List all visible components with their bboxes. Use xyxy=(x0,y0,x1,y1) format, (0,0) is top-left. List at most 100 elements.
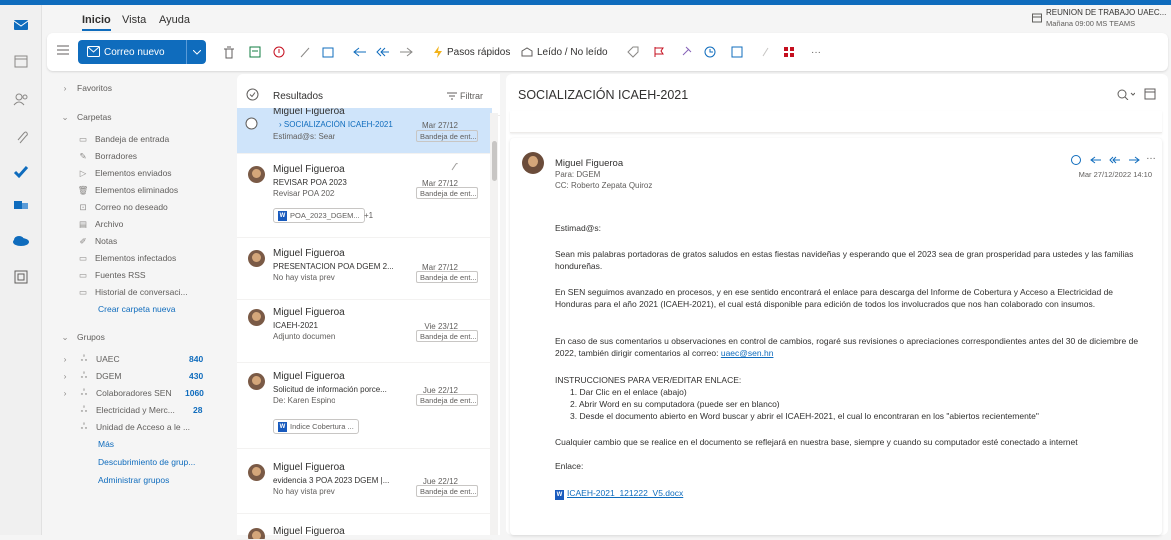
folder-junk[interactable]: ⊡ Correo no deseado xyxy=(76,199,167,215)
list-item[interactable]: Miguel Figueroa PRESENTACION POA DGEM 2.… xyxy=(237,242,492,300)
select-circle-icon[interactable] xyxy=(245,117,258,130)
sender: Miguel Figueroa xyxy=(273,526,345,537)
reminder-title[interactable]: REUNION DE TRABAJO UAEC... xyxy=(1046,8,1171,17)
policy-icon[interactable] xyxy=(731,43,743,61)
groups-header[interactable]: ⌄ Grupos xyxy=(58,329,104,345)
discover-groups-link[interactable]: Descubrimiento de grup... xyxy=(98,454,195,470)
folder-sent[interactable]: ▷ Elementos enviados xyxy=(76,165,172,181)
manage-groups-link[interactable]: Administrar grupos xyxy=(98,472,169,488)
archive-icon[interactable] xyxy=(249,43,261,61)
group-item-dgem[interactable]: › ஃ DGEM xyxy=(58,368,122,384)
group-item-unidad[interactable]: ஃ Unidad de Acceso a le ... xyxy=(77,419,190,435)
file-link[interactable]: ICAEH-2021_121222_V5.docx xyxy=(567,488,683,498)
list-item[interactable]: Miguel Figueroa xyxy=(237,520,492,540)
folder-infected[interactable]: ▭ Elementos infectados xyxy=(76,250,176,266)
people-icon[interactable] xyxy=(11,89,31,109)
list-item[interactable]: Miguel Figueroa REVISAR POA 2023 Mar 27/… xyxy=(237,158,492,238)
forward-icon[interactable] xyxy=(1128,156,1140,164)
instruction-2: 2. Abrir Word en su computadora (puede s… xyxy=(570,399,780,409)
select-all-icon[interactable] xyxy=(246,88,259,101)
group-item-colaboradores[interactable]: › ஃ Colaboradores SEN xyxy=(58,385,172,401)
apps-icon[interactable] xyxy=(11,267,31,287)
list-item[interactable]: Miguel Figueroa › SOCIALIZACIÓN ICAEH-20… xyxy=(237,108,492,154)
reply-all-icon[interactable] xyxy=(376,43,390,61)
subject: PRESENTACION POA DGEM 2... xyxy=(273,262,394,271)
teams-icon[interactable] xyxy=(11,195,31,215)
favorites-header[interactable]: › Favoritos xyxy=(58,80,112,96)
zoom-icon[interactable] xyxy=(1117,89,1135,100)
email-link[interactable]: uaec@sen.hn xyxy=(721,348,774,358)
forward-icon[interactable] xyxy=(399,43,413,61)
group-item-uaec[interactable]: › ஃ UAEC xyxy=(58,351,120,367)
preview: De: Karen Espinoza ... xyxy=(273,396,335,405)
subject: ICAEH-2021 xyxy=(273,321,318,330)
previous-message-collapsed[interactable] xyxy=(510,111,1162,133)
reply-all-icon[interactable] xyxy=(1109,156,1121,164)
body-paragraph-4: Cualquier cambio que se realice en el do… xyxy=(555,437,1078,447)
attach-icon[interactable] xyxy=(11,127,31,147)
group-item-electricidad[interactable]: ஃ Electricidad y Merc... xyxy=(77,402,175,418)
onedrive-icon[interactable] xyxy=(11,231,31,251)
folder-rss[interactable]: ▭ Fuentes RSS xyxy=(76,267,146,283)
emoji-icon[interactable] xyxy=(1071,155,1081,165)
undo-icon[interactable] xyxy=(759,43,771,61)
results-label: Resultados xyxy=(273,91,324,102)
sender-name[interactable]: Miguel Figueroa xyxy=(555,158,623,169)
list-item[interactable]: Miguel Figueroa ICAEH-2021 Vie 23/12 Adj… xyxy=(237,301,492,363)
folder-inbox[interactable]: ▭ Bandeja de entrada xyxy=(76,131,169,147)
more-actions-icon[interactable]: … xyxy=(1146,151,1156,162)
folder-label: Elementos eliminados xyxy=(95,185,179,195)
quick-steps-label: Pasos rápidos xyxy=(447,46,511,58)
pin-icon[interactable] xyxy=(680,43,692,61)
group-icon: ஃ xyxy=(80,421,88,431)
popout-icon[interactable] xyxy=(1144,88,1156,100)
snooze-icon[interactable] xyxy=(704,43,716,61)
move-icon[interactable] xyxy=(322,43,336,61)
new-mail-button[interactable]: Correo nuevo xyxy=(78,40,206,64)
cc-line: CC: Roberto Zepata Quiroz xyxy=(555,181,653,190)
folder-label: Bandeja de entrada xyxy=(95,134,170,144)
delete-icon[interactable] xyxy=(223,43,235,61)
calendar-icon[interactable] xyxy=(11,51,31,71)
folder-drafts[interactable]: ✎ Borradores xyxy=(76,148,137,164)
folders-header[interactable]: ⌄ Carpetas xyxy=(58,109,111,125)
reply-icon[interactable] xyxy=(1090,156,1102,164)
tab-inicio[interactable]: Inicio xyxy=(82,14,111,31)
mail-icon[interactable] xyxy=(11,15,31,35)
folder-archive[interactable]: ▤ Archivo xyxy=(76,216,123,232)
tab-vista[interactable]: Vista xyxy=(122,14,146,26)
report-icon[interactable] xyxy=(273,43,285,61)
message-title: SOCIALIZACIÓN ICAEH-2021 xyxy=(518,88,689,102)
group-label: DGEM xyxy=(96,371,122,381)
tag-icon[interactable] xyxy=(627,43,639,61)
folder-notes[interactable]: ✐ Notas xyxy=(76,233,117,249)
chevron-down-icon: ⌄ xyxy=(61,111,69,122)
sweep-icon[interactable] xyxy=(299,43,311,61)
read-unread-button[interactable]: Leído / No leído xyxy=(521,43,608,61)
inbox-icon: ▭ xyxy=(78,133,88,144)
list-item[interactable]: Miguel Figueroa evidencia 3 POA 2023 DGE… xyxy=(237,456,492,514)
folder-conversation-history[interactable]: ▭ Historial de conversaci... xyxy=(76,284,188,300)
hamburger-icon[interactable] xyxy=(57,45,69,57)
tab-ayuda[interactable]: Ayuda xyxy=(159,14,190,26)
list-scroll-thumb[interactable] xyxy=(492,141,497,181)
reply-icon[interactable] xyxy=(353,43,367,61)
more-groups-link[interactable]: Más xyxy=(98,436,114,452)
ribbon-toolbar: Correo nuevo Pasos rápidos Leído / No le… xyxy=(47,33,1168,71)
folder-icon: ▭ xyxy=(78,269,88,280)
create-folder-link[interactable]: Crear carpeta nueva xyxy=(98,301,176,317)
todo-icon[interactable] xyxy=(11,162,31,182)
attachment-chip[interactable]: W POA_2023_DGEM... xyxy=(273,208,365,223)
instructions-title: INSTRUCCIONES PARA VER/EDITAR ENLACE: xyxy=(555,375,742,385)
flag-icon[interactable] xyxy=(653,43,665,61)
avatar xyxy=(248,373,265,390)
quick-steps-button[interactable]: Pasos rápidos xyxy=(433,43,510,61)
filter-button[interactable]: Filtrar xyxy=(460,91,483,101)
list-item[interactable]: Miguel Figueroa Solicitud de información… xyxy=(237,365,492,449)
apps-addin-icon[interactable] xyxy=(783,43,795,61)
more-options-button[interactable]: ··· xyxy=(811,43,821,61)
filter-icon[interactable] xyxy=(447,92,457,100)
attachment-chip[interactable]: W Indice Cobertura ... xyxy=(273,419,359,434)
folder-deleted[interactable]: 🗑 Elementos eliminados xyxy=(76,182,179,198)
new-mail-dropdown[interactable] xyxy=(186,40,206,64)
